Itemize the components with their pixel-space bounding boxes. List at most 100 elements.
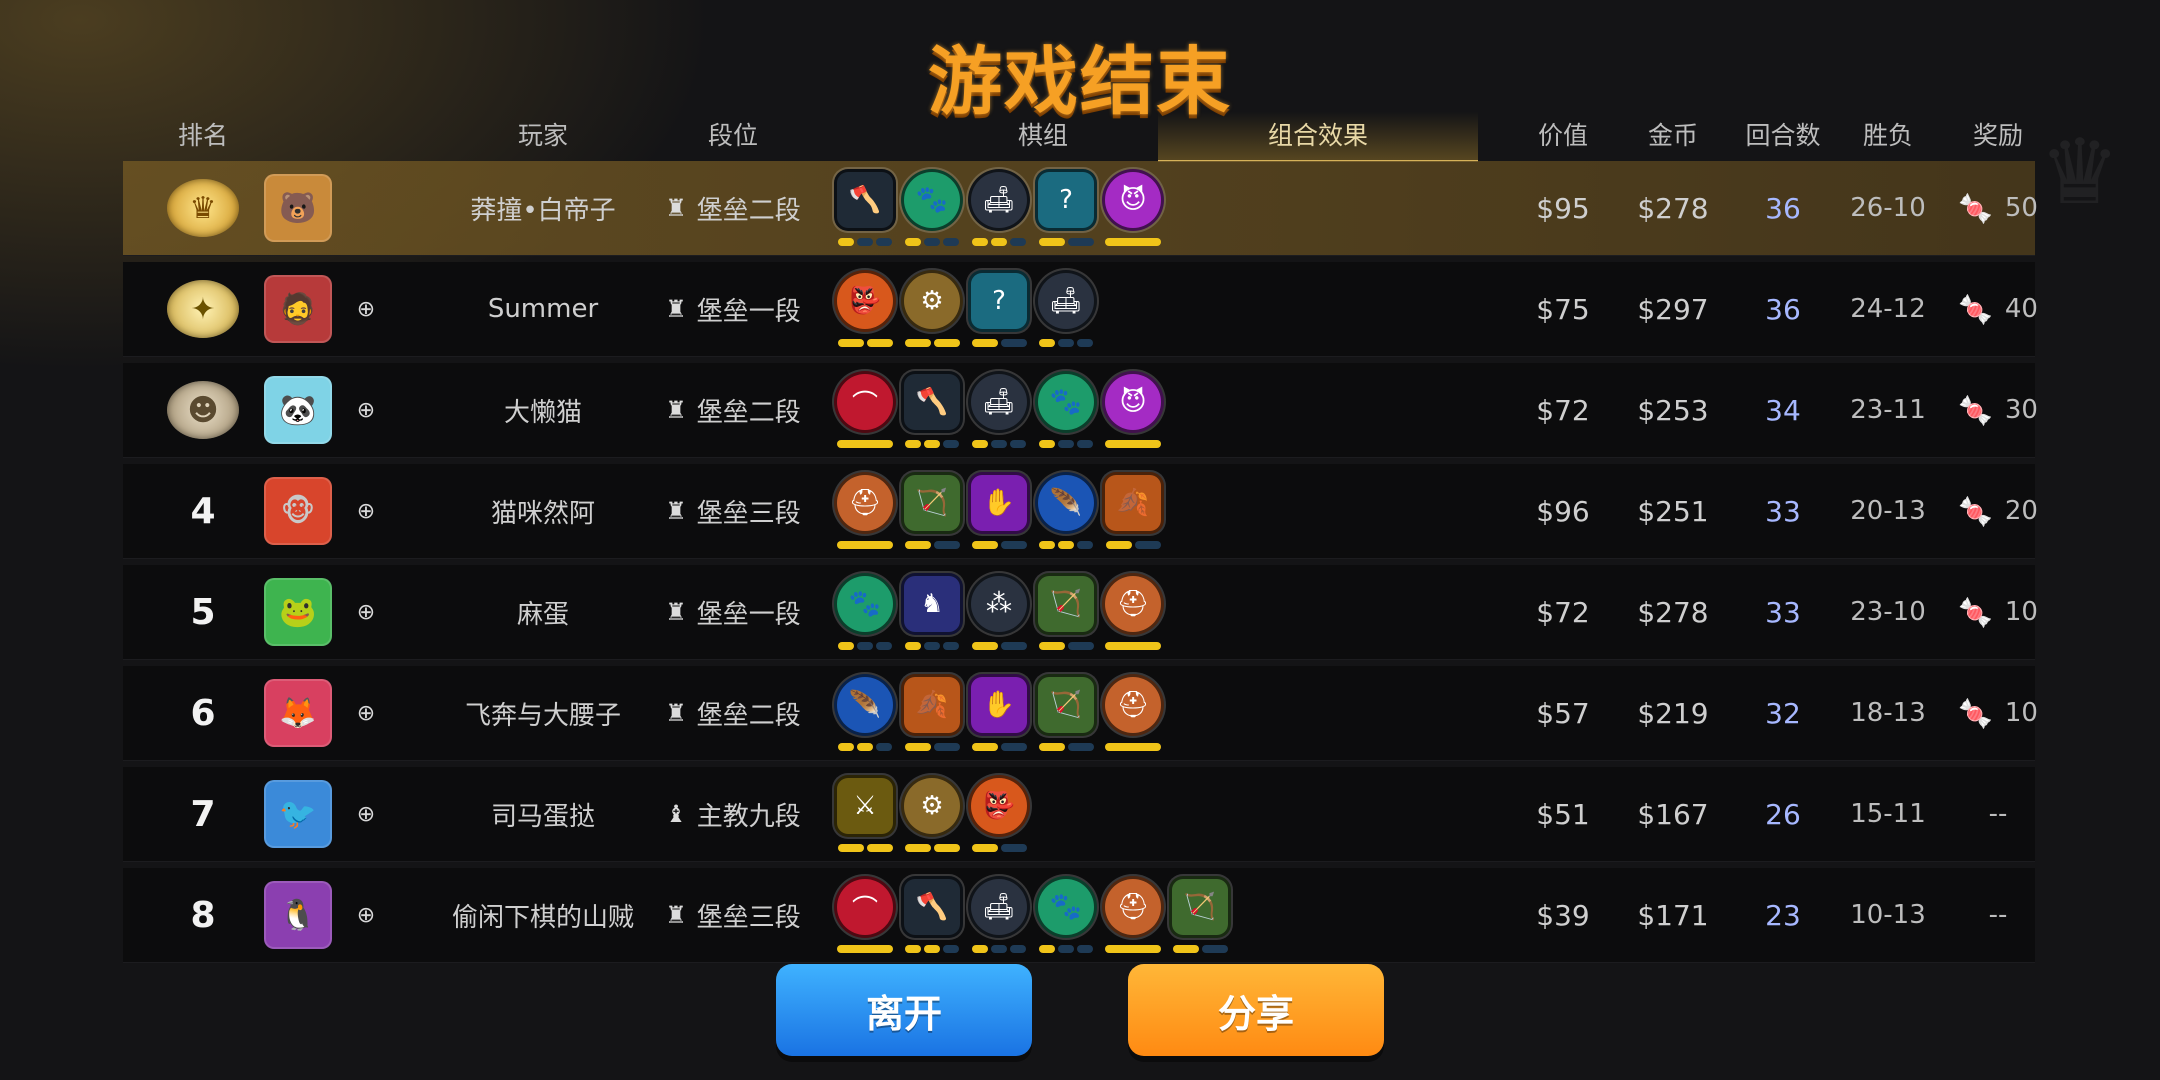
rounds-cell: 34 bbox=[1765, 393, 1801, 427]
synergy-item[interactable]: 🏹 bbox=[1169, 876, 1231, 956]
avatar[interactable]: 🐸 bbox=[264, 578, 332, 646]
synergy-pip bbox=[905, 440, 921, 448]
add-friend-icon[interactable]: ⊕ bbox=[351, 597, 381, 627]
player-name[interactable]: 偷闲下棋的山贼 bbox=[413, 868, 673, 962]
tab-pieces[interactable]: 棋组 bbox=[963, 112, 1123, 160]
synergy-item[interactable]: ⌒ bbox=[834, 876, 896, 956]
synergy-item[interactable]: 👺 bbox=[968, 775, 1030, 855]
synergy-progress bbox=[904, 339, 960, 347]
synergy-pip bbox=[1039, 339, 1055, 347]
synergy-item[interactable]: 🐾 bbox=[834, 573, 896, 653]
synergy-item[interactable]: 🐾 bbox=[901, 169, 963, 249]
synergy-pip bbox=[838, 743, 854, 751]
avatar[interactable]: 🐼 bbox=[264, 376, 332, 444]
synergy-item[interactable]: 🛋 bbox=[1035, 270, 1097, 350]
synergy-pip bbox=[1000, 844, 1027, 852]
avatar[interactable]: 🐦 bbox=[264, 780, 332, 848]
synergy-item[interactable]: 🪓 bbox=[834, 169, 896, 249]
synergy-item[interactable]: ⛑ bbox=[1102, 876, 1164, 956]
add-friend-icon[interactable]: ⊕ bbox=[351, 698, 381, 728]
viking-icon: ⛑ bbox=[834, 472, 896, 534]
synergy-item[interactable]: ⛑ bbox=[1102, 674, 1164, 754]
synergy-item[interactable]: 🪶 bbox=[1035, 472, 1097, 552]
avatar[interactable]: 🧔 bbox=[264, 275, 332, 343]
synergy-item[interactable]: ✋ bbox=[968, 674, 1030, 754]
synergy-list: ⚔ ⚙ 👺 bbox=[834, 775, 1030, 855]
add-friend-icon[interactable]: ⊕ bbox=[351, 395, 381, 425]
add-friend-cell: ⊕ bbox=[341, 565, 391, 659]
synergy-progress bbox=[971, 844, 1027, 852]
player-name[interactable]: 猫咪然阿 bbox=[413, 464, 673, 558]
synergy-pip bbox=[837, 339, 864, 347]
synergy-item[interactable]: ⌒ bbox=[834, 371, 896, 451]
player-name[interactable]: Summer bbox=[413, 262, 673, 356]
synergy-item[interactable]: 👺 bbox=[834, 270, 896, 350]
synergy-item[interactable]: 😈 bbox=[1102, 169, 1164, 249]
gold-cell: $278 bbox=[1637, 595, 1709, 629]
add-friend-icon[interactable]: ⊕ bbox=[351, 900, 381, 930]
synergy-item[interactable]: ⛑ bbox=[1102, 573, 1164, 653]
synergy-pip bbox=[972, 945, 988, 953]
synergy-pip bbox=[991, 440, 1007, 448]
synergy-pip bbox=[924, 642, 940, 650]
synergy-item[interactable]: 🛋 bbox=[968, 371, 1030, 451]
player-name[interactable]: 大懒猫 bbox=[413, 363, 673, 457]
rank-number: 4 bbox=[190, 490, 216, 532]
synergy-item[interactable]: ✋ bbox=[968, 472, 1030, 552]
reward-value: 10 bbox=[2004, 698, 2038, 728]
leaf-icon: 🍂 bbox=[901, 674, 963, 736]
leave-button[interactable]: 离开 bbox=[776, 964, 1032, 1056]
synergy-item[interactable]: ⛑ bbox=[834, 472, 896, 552]
synergy-pip bbox=[972, 238, 988, 246]
avatar[interactable]: 🐻 bbox=[264, 174, 332, 242]
viking-icon: ⛑ bbox=[1102, 876, 1164, 938]
synergy-item[interactable]: ♞ bbox=[901, 573, 963, 653]
tab-synergy[interactable]: 组合效果 bbox=[1158, 112, 1478, 162]
avatar[interactable]: 🐧 bbox=[264, 881, 332, 949]
synergy-item[interactable]: 🏹 bbox=[901, 472, 963, 552]
synergy-pip bbox=[1010, 440, 1026, 448]
synergy-item[interactable]: 😈 bbox=[1102, 371, 1164, 451]
synergy-pip bbox=[905, 945, 921, 953]
synergy-progress bbox=[837, 541, 893, 549]
synergy-item[interactable]: ? bbox=[1035, 169, 1097, 249]
synergy-pip bbox=[924, 440, 940, 448]
synergy-item[interactable]: ⚙ bbox=[901, 270, 963, 350]
synergy-item[interactable]: ⚔ bbox=[834, 775, 896, 855]
add-friend-icon[interactable]: ⊕ bbox=[351, 294, 381, 324]
reward-value: -- bbox=[1988, 900, 2008, 930]
synergy-pip bbox=[1038, 238, 1065, 246]
synergy-item[interactable]: 🛋 bbox=[968, 876, 1030, 956]
synergy-item[interactable]: 🪶 bbox=[834, 674, 896, 754]
player-name[interactable]: 司马蛋挞 bbox=[413, 767, 673, 861]
synergy-item[interactable]: ⁂ bbox=[968, 573, 1030, 653]
avatar[interactable]: 🦊 bbox=[264, 679, 332, 747]
gear-icon: ⚙ bbox=[901, 775, 963, 837]
player-name[interactable]: 莽撞•白帝子 bbox=[413, 161, 673, 255]
synergy-item[interactable]: 🍂 bbox=[901, 674, 963, 754]
synergy-item[interactable]: 🛋 bbox=[968, 169, 1030, 249]
synergy-item[interactable]: ? bbox=[968, 270, 1030, 350]
synergy-item[interactable]: 🐾 bbox=[1035, 371, 1097, 451]
reward-cell: 🍬 30 bbox=[1938, 363, 2058, 457]
synergy-item[interactable]: 🍂 bbox=[1102, 472, 1164, 552]
add-friend-icon[interactable]: ⊕ bbox=[351, 496, 381, 526]
synergy-item[interactable]: 🏹 bbox=[1035, 573, 1097, 653]
synergy-item[interactable]: 🏹 bbox=[1035, 674, 1097, 754]
winloss-cell: 23-10 bbox=[1850, 597, 1926, 627]
sofa-icon: 🛋 bbox=[968, 371, 1030, 433]
share-button[interactable]: 分享 bbox=[1128, 964, 1384, 1056]
player-name[interactable]: 麻蛋 bbox=[413, 565, 673, 659]
synergy-item[interactable]: ⚙ bbox=[901, 775, 963, 855]
player-name[interactable]: 飞奔与大腰子 bbox=[413, 666, 673, 760]
synergy-item[interactable]: 🪓 bbox=[901, 371, 963, 451]
avatar-cell: 🦊 bbox=[248, 666, 348, 760]
add-friend-icon[interactable]: ⊕ bbox=[351, 799, 381, 829]
avatar[interactable]: 🐵 bbox=[264, 477, 332, 545]
synergy-item[interactable]: 🪓 bbox=[901, 876, 963, 956]
synergy-pip bbox=[1105, 743, 1161, 751]
tier-cell: ♜ 堡垒二段 bbox=[638, 363, 828, 457]
synergy-pip bbox=[904, 743, 931, 751]
synergy-item[interactable]: 🐾 bbox=[1035, 876, 1097, 956]
synergy-pip bbox=[904, 541, 931, 549]
